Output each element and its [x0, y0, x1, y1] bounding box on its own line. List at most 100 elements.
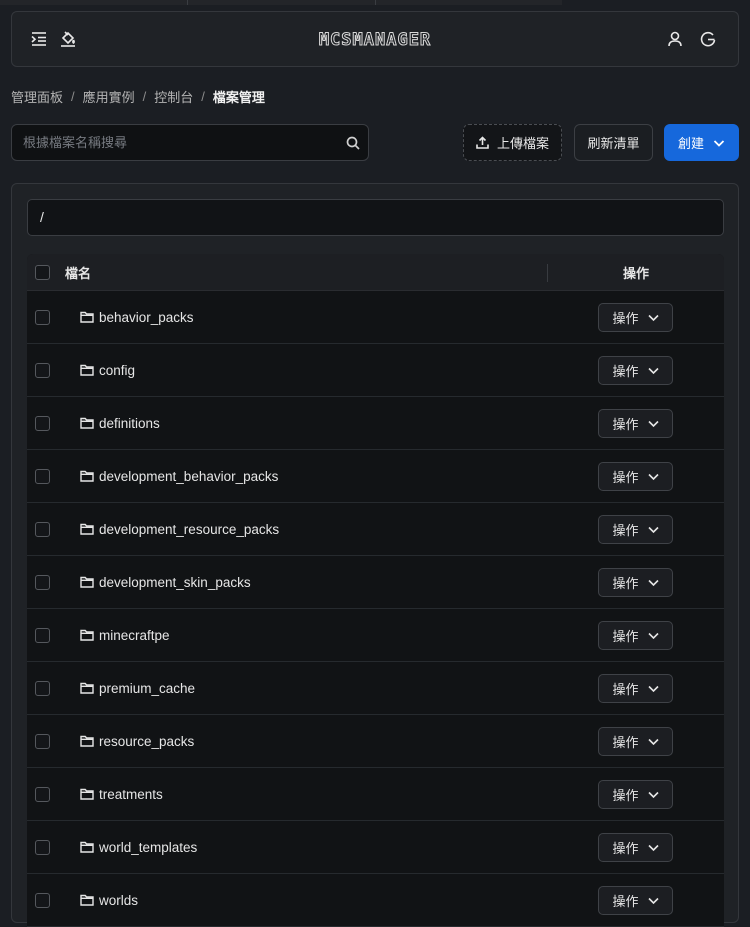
- search-box: [11, 124, 369, 161]
- file-name[interactable]: definitions: [99, 416, 160, 431]
- table-row[interactable]: development_skin_packs 操作: [27, 556, 724, 609]
- file-name[interactable]: development_behavior_packs: [99, 469, 278, 484]
- row-checkbox[interactable]: [35, 415, 50, 431]
- row-action-label: 操作: [612, 788, 639, 803]
- file-name[interactable]: config: [99, 363, 135, 378]
- chevron-down-icon: [647, 526, 659, 534]
- folder-icon: [80, 311, 95, 324]
- logout-icon[interactable]: [697, 28, 719, 50]
- breadcrumb-separator: /: [71, 88, 75, 104]
- column-header-name: 檔名: [65, 265, 92, 281]
- row-action-button[interactable]: 操作: [598, 621, 673, 650]
- table-row[interactable]: world_templates 操作: [27, 821, 724, 874]
- row-checkbox[interactable]: [35, 309, 50, 325]
- table-row[interactable]: definitions 操作: [27, 397, 724, 450]
- row-action-label: 操作: [612, 682, 639, 697]
- table-row[interactable]: worlds 操作: [27, 874, 724, 927]
- file-name[interactable]: development_skin_packs: [99, 575, 251, 590]
- menu-collapse-icon[interactable]: [28, 28, 50, 50]
- user-icon[interactable]: [664, 28, 686, 50]
- row-checkbox[interactable]: [35, 574, 50, 590]
- search-input[interactable]: [12, 125, 338, 160]
- file-name[interactable]: premium_cache: [99, 681, 195, 696]
- table-row[interactable]: development_resource_packs 操作: [27, 503, 724, 556]
- folder-icon: [80, 735, 95, 748]
- row-action-button[interactable]: 操作: [598, 515, 673, 544]
- row-action-button[interactable]: 操作: [598, 303, 673, 332]
- row-action-button[interactable]: 操作: [598, 727, 673, 756]
- chevron-down-icon: [647, 420, 659, 428]
- row-action-button[interactable]: 操作: [598, 886, 673, 915]
- row-checkbox[interactable]: [35, 839, 50, 855]
- row-checkbox[interactable]: [35, 733, 50, 749]
- current-path-field[interactable]: /: [27, 199, 724, 236]
- breadcrumb-separator: /: [142, 88, 147, 104]
- folder-icon: [80, 788, 95, 801]
- chevron-down-icon: [647, 685, 659, 693]
- table-row[interactable]: resource_packs 操作: [27, 715, 724, 768]
- folder-icon: [80, 576, 95, 589]
- row-action-button[interactable]: 操作: [598, 833, 673, 862]
- theme-paint-icon[interactable]: [57, 28, 79, 50]
- chevron-down-icon: [647, 314, 659, 322]
- chevron-down-icon: [647, 632, 659, 640]
- file-name[interactable]: treatments: [99, 787, 163, 802]
- row-action-button[interactable]: 操作: [598, 462, 673, 491]
- row-checkbox[interactable]: [35, 627, 50, 643]
- folder-icon: [80, 841, 95, 854]
- row-action-button[interactable]: 操作: [598, 674, 673, 703]
- chevron-down-icon: [647, 738, 659, 746]
- chevron-down-icon: [647, 367, 659, 375]
- row-checkbox[interactable]: [35, 680, 50, 696]
- file-manager-panel: / 檔名 操作 behavior_packs 操作 config 操作 definiti…: [11, 183, 739, 927]
- file-name[interactable]: world_templates: [99, 840, 197, 855]
- table-row[interactable]: premium_cache 操作: [27, 662, 724, 715]
- create-button[interactable]: 創建: [664, 124, 739, 161]
- browser-tab-strip: [0, 0, 750, 5]
- file-name[interactable]: development_resource_packs: [99, 522, 279, 537]
- chevron-down-icon: [647, 897, 659, 905]
- file-name[interactable]: minecraftpe: [99, 628, 170, 643]
- chevron-down-icon: [713, 139, 725, 147]
- row-action-button[interactable]: 操作: [598, 780, 673, 809]
- folder-icon: [80, 523, 95, 536]
- breadcrumb-item-dashboard[interactable]: 管理面板: [11, 87, 63, 106]
- row-action-button[interactable]: 操作: [598, 568, 673, 597]
- chevron-down-icon: [647, 791, 659, 799]
- file-name[interactable]: behavior_packs: [99, 310, 194, 325]
- row-action-label: 操作: [612, 364, 639, 379]
- row-action-button[interactable]: 操作: [598, 356, 673, 385]
- chevron-down-icon: [647, 844, 659, 852]
- row-action-label: 操作: [612, 523, 639, 538]
- row-checkbox[interactable]: [35, 892, 50, 908]
- folder-icon: [80, 364, 95, 377]
- table-row[interactable]: treatments 操作: [27, 768, 724, 821]
- row-checkbox[interactable]: [35, 468, 50, 484]
- create-label: 創建: [677, 136, 704, 151]
- row-action-button[interactable]: 操作: [598, 409, 673, 438]
- file-name[interactable]: resource_packs: [99, 734, 194, 749]
- row-action-label: 操作: [612, 311, 639, 326]
- search-icon[interactable]: [338, 136, 368, 150]
- row-action-label: 操作: [612, 735, 639, 750]
- table-row[interactable]: config 操作: [27, 344, 724, 397]
- refresh-list-button[interactable]: 刷新清單: [574, 124, 653, 161]
- row-checkbox[interactable]: [35, 786, 50, 802]
- row-checkbox[interactable]: [35, 521, 50, 537]
- select-all-checkbox[interactable]: [35, 264, 50, 280]
- row-checkbox[interactable]: [35, 362, 50, 378]
- file-name[interactable]: worlds: [99, 893, 138, 908]
- breadcrumb-item-console[interactable]: 控制台: [154, 87, 193, 106]
- table-row[interactable]: minecraftpe 操作: [27, 609, 724, 662]
- table-row[interactable]: development_behavior_packs 操作: [27, 450, 724, 503]
- row-action-label: 操作: [612, 470, 639, 485]
- row-action-label: 操作: [612, 576, 639, 591]
- row-action-label: 操作: [612, 629, 639, 644]
- breadcrumb-item-instances[interactable]: 應用實例: [83, 87, 135, 106]
- breadcrumb-separator: /: [201, 88, 205, 104]
- row-action-label: 操作: [612, 894, 639, 909]
- folder-icon: [80, 417, 95, 430]
- upload-file-button[interactable]: 上傳檔案: [463, 124, 562, 161]
- chevron-down-icon: [647, 579, 659, 587]
- table-row[interactable]: behavior_packs 操作: [27, 291, 724, 344]
